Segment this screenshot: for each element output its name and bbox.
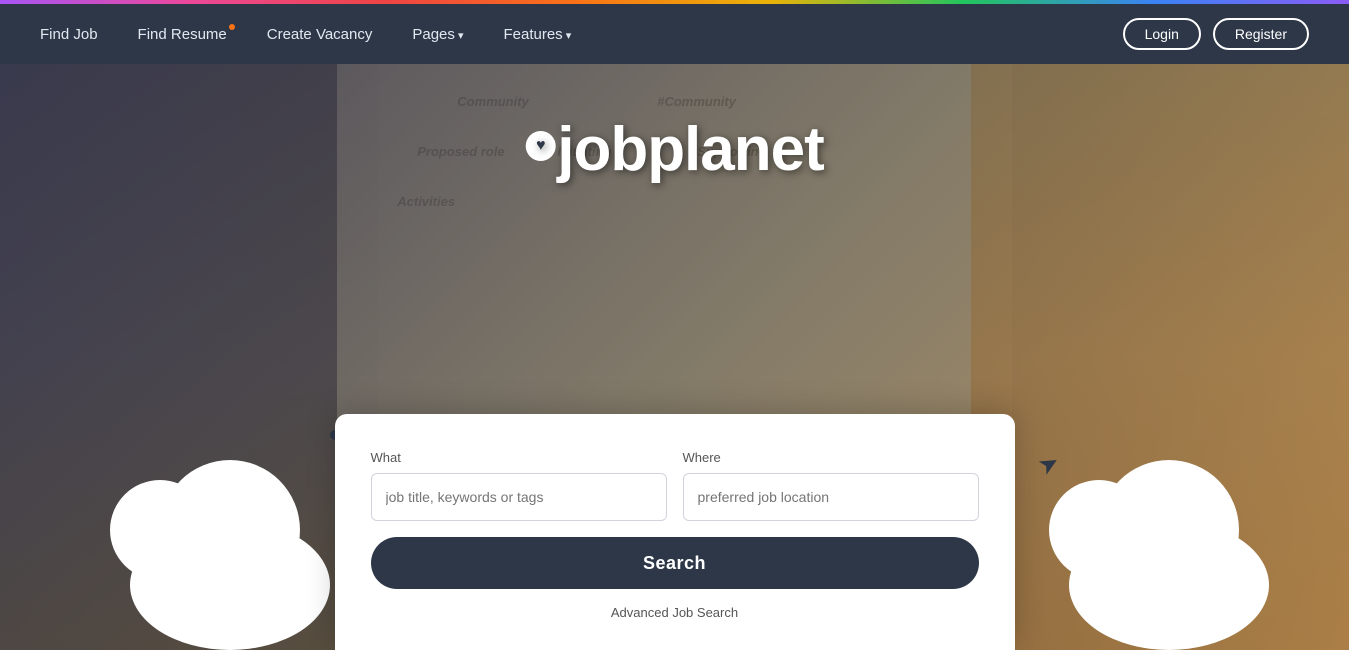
where-input[interactable] [683,473,979,521]
register-button[interactable]: Register [1213,18,1309,50]
nav-features[interactable]: Features [503,26,571,43]
nav-pages[interactable]: Pages [412,26,463,43]
what-input[interactable] [371,473,667,521]
search-fields: What Where [371,450,979,521]
cloud-shape-left [130,520,330,650]
login-button[interactable]: Login [1123,18,1201,50]
brand-name: jobplanet [525,115,824,184]
where-label: Where [683,450,979,465]
search-card: What Where Search Advanced Job Search [335,414,1015,650]
search-button[interactable]: Search [371,537,979,589]
brand-icon [525,131,555,161]
cloud-right: ➤ [1069,520,1269,650]
brand-overlay: jobplanet [525,114,824,185]
nav-find-job[interactable]: Find Job [40,26,98,43]
what-label: What [371,450,667,465]
what-field-group: What [371,450,667,521]
cloud-left [130,520,330,650]
advanced-search-link[interactable]: Advanced Job Search [371,605,979,620]
nav-links: Find Job Find Resume Create Vacancy Page… [40,26,571,43]
hero-section: Community #Community Proposed role Initi… [0,64,1349,650]
nav-create-vacancy[interactable]: Create Vacancy [267,26,373,43]
where-field-group: Where [683,450,979,521]
cloud-shape-right: ➤ [1069,520,1269,650]
nav-find-resume[interactable]: Find Resume [138,26,227,43]
nav-auth: Login Register [1123,18,1309,50]
navbar: Find Job Find Resume Create Vacancy Page… [0,4,1349,64]
